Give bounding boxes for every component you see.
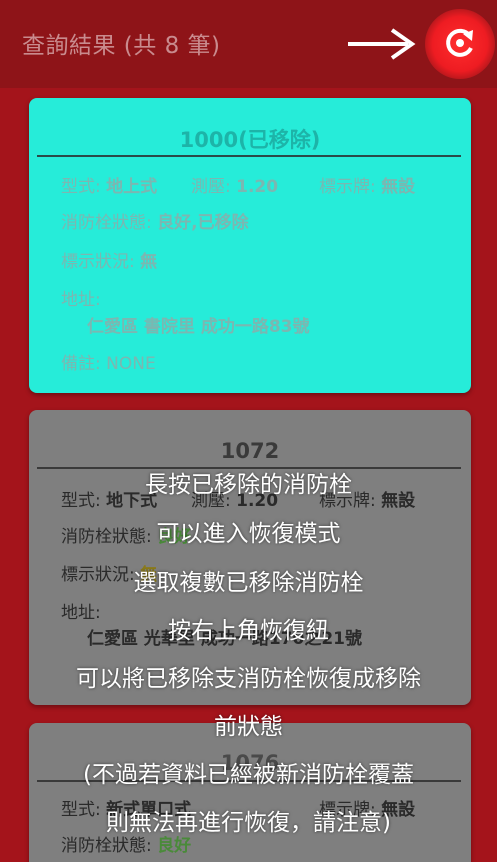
sign-label: 標示牌:	[319, 177, 376, 197]
type-label: 型式:	[61, 177, 101, 197]
sign-status-row: 標示狀況: 無	[61, 247, 157, 272]
status-value: 良好,已移除	[157, 213, 249, 233]
refresh-icon	[446, 28, 473, 57]
page-title: 查詢結果 (共 8 筆)	[22, 33, 221, 59]
hint-line: 則無法再進行恢復，請注意)	[106, 810, 391, 836]
hint-line: 前狀態	[214, 714, 283, 740]
restore-button[interactable]	[425, 9, 495, 79]
sign-status-label: 標示狀況:	[61, 252, 135, 272]
note-label: 備註:	[61, 354, 101, 374]
note-row: 備註: NONE	[61, 349, 156, 374]
sign-value: 無設	[381, 177, 416, 197]
hint-line: 選取複數已移除消防栓	[133, 570, 364, 596]
hint-line: 可以進入恢復模式	[156, 521, 341, 547]
type-value: 地上式	[106, 177, 158, 197]
divider	[37, 155, 461, 157]
address-label: 地址:	[61, 290, 101, 310]
hydrant-card[interactable]: 1076 型式: 新式單口式 標示牌: 無設 消防栓狀態: 良好	[29, 723, 471, 862]
address-value: 仁愛區 書院里 成功一路83號	[87, 317, 310, 337]
right-arrow-icon	[348, 28, 416, 60]
status-label: 消防栓狀態:	[61, 836, 152, 856]
pressure-label: 測壓:	[191, 177, 231, 197]
hint-line: 按右上角恢復紐	[168, 618, 329, 644]
status-label: 消防栓狀態:	[61, 213, 152, 233]
hydrant-code: 1072	[220, 439, 280, 463]
app-bar: 查詢結果 (共 8 筆)	[0, 0, 497, 88]
status-value: 良好	[157, 836, 192, 856]
sign-status-value: 無	[140, 252, 158, 272]
hydrant-card-selected[interactable]: 1000(已移除) 型式: 地上式 測壓: 1.20 標示牌: 無設 消防栓狀態…	[29, 98, 471, 393]
hint-line: (不過若資料已經被新消防栓覆蓋	[83, 762, 414, 788]
status-row: 消防栓狀態: 良好,已移除	[61, 208, 249, 233]
hint-line: 可以將已移除支消防栓恢復成移除	[76, 666, 421, 692]
note-value: NONE	[106, 354, 156, 374]
hint-line: 長按已移除的消防栓	[145, 472, 352, 498]
hydrant-code: 1000(已移除)	[179, 128, 321, 152]
pressure-value: 1.20	[236, 177, 279, 197]
spec-row: 型式: 地上式 測壓: 1.20 標示牌: 無設	[61, 172, 415, 197]
